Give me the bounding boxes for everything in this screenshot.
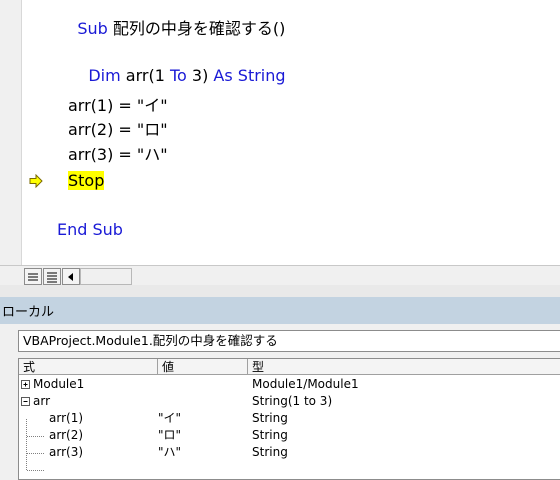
keyword-dim: Dim [88,66,121,85]
procedure-view-button[interactable] [24,268,42,285]
call-stack-context[interactable]: VBAProject.Module1.配列の中身を確認する [18,330,560,352]
scroll-left-icon [68,273,73,281]
row-expression: arr(1) [49,411,84,425]
code-line-stop[interactable]: Stop [68,171,105,191]
assign-3-text: arr(3) = "ハ" [68,145,168,164]
full-module-view-icon [47,272,57,283]
view-toolbar [0,265,560,285]
row-type: String [252,411,288,425]
code-line-assign-2[interactable]: arr(2) = "ロ" [68,120,168,140]
procedure-view-icon [28,273,38,281]
full-module-view-button[interactable] [43,268,61,285]
column-header-value[interactable]: 値 [158,359,248,375]
row-type: Module1/Module1 [252,377,359,391]
locals-window: VBAProject.Module1.配列の中身を確認する 式 値 型 Modu… [0,324,560,480]
editor-margin-bar[interactable] [0,0,22,265]
locals-window-title: ローカル [2,305,55,320]
yellow-arrow-icon [29,174,43,188]
column-header-type[interactable]: 型 [248,359,560,375]
locals-grid[interactable]: 式 値 型 Module1 Module1/Module1 arr String… [18,358,560,480]
row-type: String [252,445,288,459]
stop-statement: Stop [68,171,105,190]
row-value: "ロ" [158,428,182,442]
keyword-to: To [169,66,187,85]
pane-splitter[interactable] [0,285,560,297]
row-type: String [252,428,288,442]
code-line-assign-3[interactable]: arr(3) = "ハ" [68,145,168,165]
grid-header: 式 値 型 [19,359,560,375]
dim-text: arr(1 [120,66,170,85]
code-editor[interactable]: Sub 配列の中身を確認する() Dim arr(1 To 3) As Stri… [0,0,560,265]
table-row[interactable]: arr(2) "ロ" String [19,427,560,444]
table-row[interactable]: arr(1) "イ" String [19,410,560,427]
row-type: String(1 to 3) [252,394,333,408]
row-expression: arr(3) [49,445,84,459]
table-row[interactable]: arr(3) "ハ" String [19,444,560,461]
assign-1-text: arr(1) = "イ" [68,96,168,115]
code-line-end-sub[interactable]: End Sub [57,220,123,240]
row-value: "ハ" [158,445,182,459]
scroll-left-button[interactable] [62,268,80,285]
code-line-assign-1[interactable]: arr(1) = "イ" [68,96,168,116]
keyword-end-sub: End Sub [57,220,123,239]
table-row[interactable]: Module1 Module1/Module1 [19,376,560,393]
keyword-string: String [232,66,286,85]
keyword-sub: Sub [77,19,108,38]
dim-text-2: 3) [186,66,214,85]
keyword-as: As [213,66,233,85]
row-value: "イ" [158,411,182,425]
horizontal-scrollbar[interactable] [80,268,132,285]
table-row[interactable]: arr String(1 to 3) [19,393,560,410]
assign-2-text: arr(2) = "ロ" [68,120,168,139]
procedure-name: 配列の中身を確認する() [107,19,286,38]
locals-window-title-bar[interactable]: ローカル [0,297,560,324]
row-expression: arr(2) [49,428,84,442]
